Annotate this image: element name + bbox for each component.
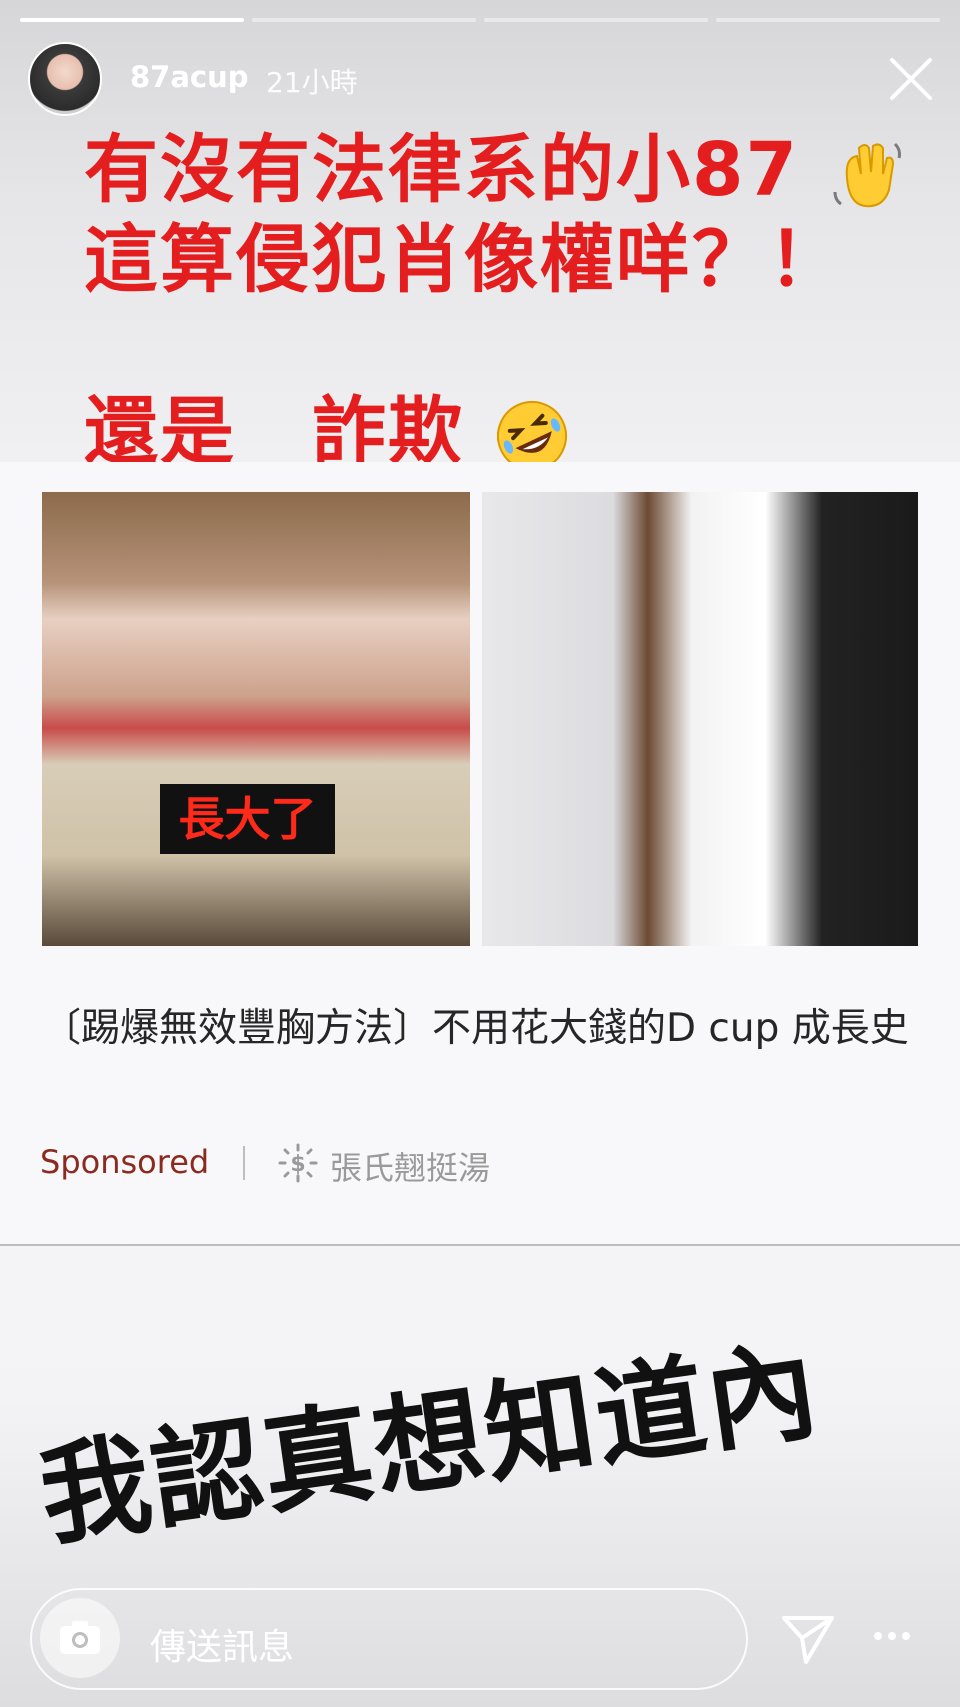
- progress-segment: [252, 18, 476, 22]
- progress-fill: [20, 18, 244, 22]
- close-icon[interactable]: [888, 56, 934, 102]
- divider: [0, 1244, 960, 1246]
- story-viewer: 87acup 21小時 有沒有法律系的小87 這算侵犯肖像權咩？！ 還是 詐欺: [0, 0, 960, 1707]
- camera-button[interactable]: [40, 1598, 120, 1678]
- ad-image-right[interactable]: [482, 492, 918, 946]
- image-badge: 長大了: [160, 784, 335, 854]
- ad-title[interactable]: 〔踢爆無效豐胸方法〕不用花大錢的D cup 成長史: [42, 998, 922, 1060]
- progress-segment: [484, 18, 708, 22]
- message-placeholder: 傳送訊息: [150, 1627, 295, 1668]
- story-progress: [20, 18, 940, 22]
- sponsored-label: Sponsored: [40, 1143, 210, 1181]
- progress-segment: [20, 18, 244, 22]
- send-icon[interactable]: [780, 1612, 836, 1666]
- post-time: 21小時: [266, 66, 358, 99]
- dollar-sign-icon: $: [278, 1143, 318, 1183]
- progress-segment: [716, 18, 940, 22]
- handwritten-caption: 我認真想知道內: [32, 1325, 827, 1562]
- more-icon[interactable]: [872, 1626, 912, 1646]
- message-input[interactable]: [30, 1588, 748, 1690]
- caption-line-2: 這算侵犯肖像權咩？！: [84, 217, 844, 303]
- separator: [243, 1146, 245, 1180]
- advertiser-name[interactable]: 張氏翹挺湯: [330, 1143, 490, 1189]
- avatar[interactable]: [28, 42, 102, 116]
- username[interactable]: 87acup: [130, 60, 249, 94]
- svg-text:$: $: [290, 1152, 305, 1177]
- camera-icon: [60, 1621, 100, 1654]
- ad-image-left[interactable]: [42, 492, 470, 946]
